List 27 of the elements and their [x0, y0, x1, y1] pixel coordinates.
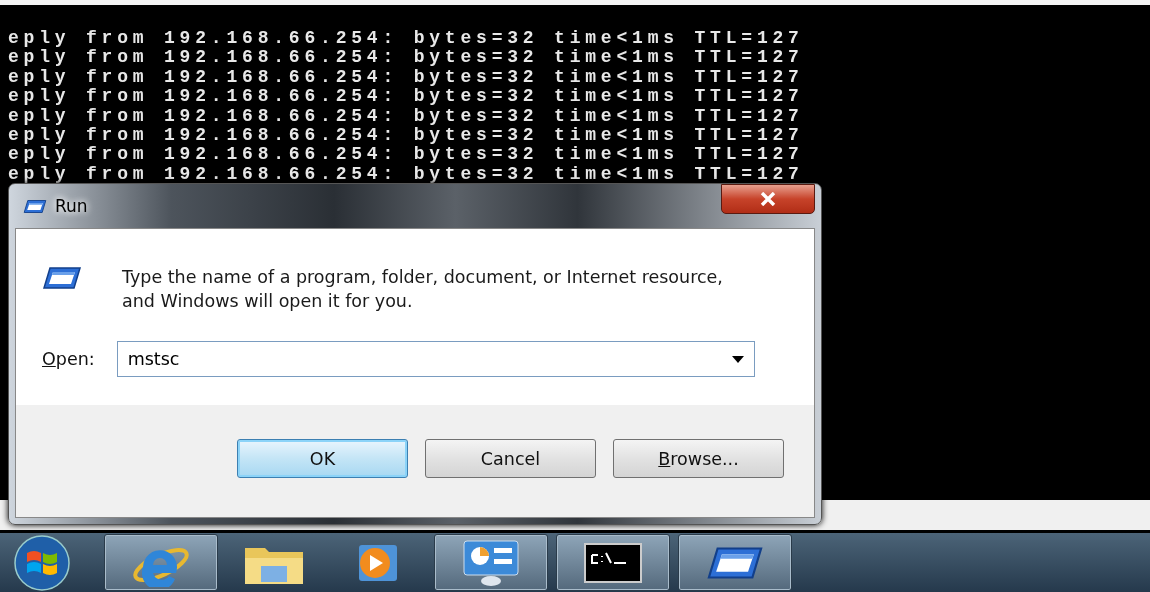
taskbar-button[interactable]	[104, 534, 218, 591]
browse-button[interactable]: Browse...	[613, 439, 784, 478]
control-panel-icon	[460, 538, 522, 587]
run-icon	[706, 544, 764, 581]
console-line: eply from 192.168.66.254: bytes=32 time<1ms TTL=127	[8, 29, 804, 49]
close-button[interactable]	[721, 184, 815, 214]
console-line: eply from 192.168.66.254: bytes=32 time<1ms TTL=127	[8, 106, 804, 127]
command-prompt-icon	[584, 542, 642, 583]
taskbar-button[interactable]	[556, 534, 670, 591]
console-line: eply from 192.168.66.254: bytes=32 time<1ms TTL=127	[8, 48, 804, 68]
cancel-button[interactable]: Cancel	[425, 439, 596, 478]
dropdown-caret-icon	[731, 355, 744, 363]
console-line: eply from 192.168.66.254: bytes=32 time<1ms TTL=127	[8, 67, 804, 88]
instruction-text: Type the name of a program, folder, document, or Internet resource, and Windows will open it for you.	[122, 266, 724, 313]
run-icon	[23, 198, 47, 214]
ok-button[interactable]: OK	[237, 439, 408, 478]
taskbar-button[interactable]	[678, 534, 792, 591]
open-label: Open:	[42, 349, 95, 369]
close-icon	[760, 192, 776, 206]
console-line: eply from 192.168.66.254: bytes=32 time<1ms TTL=127	[8, 126, 804, 146]
console-line: eply from 192.168.66.254: bytes=32 time<1ms TTL=127	[8, 145, 804, 165]
taskbar-button[interactable]	[434, 534, 548, 591]
run-icon	[42, 265, 82, 291]
console-line: eply from 192.168.66.254: bytes=32 time<1ms TTL=127	[8, 164, 804, 185]
console-line: eply from 192.168.66.254: bytes=32 time<1ms TTL=127	[8, 87, 804, 107]
window-title: Run	[55, 196, 89, 216]
open-combo-box[interactable]: mstsc	[116, 341, 755, 377]
